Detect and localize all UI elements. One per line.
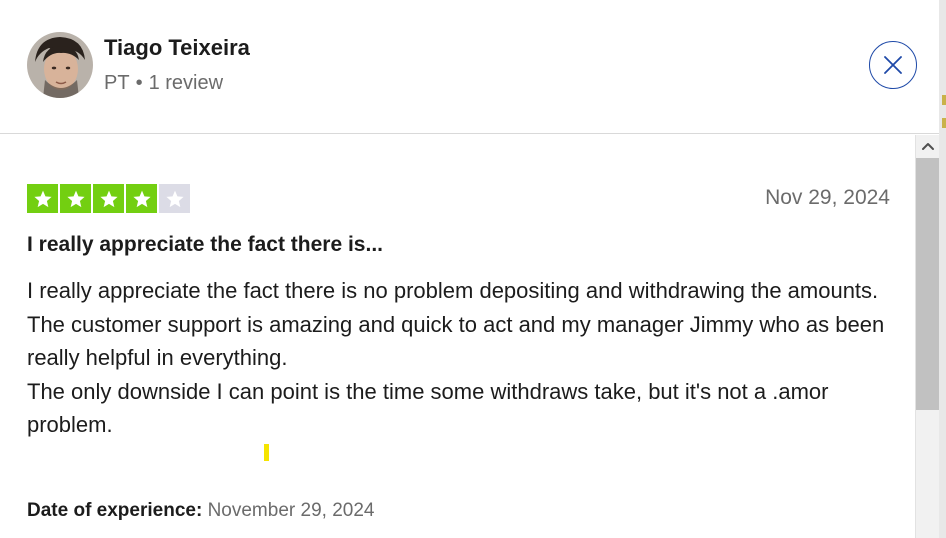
chevron-up-icon	[921, 143, 934, 150]
star-icon	[159, 184, 190, 213]
star-icon	[60, 184, 91, 213]
review-title: I really appreciate the fact there is...	[27, 233, 383, 256]
review-modal: Tiago Teixeira PT • 1 review Nov 29, 202…	[0, 0, 946, 538]
reviewer-meta: PT • 1 review	[104, 72, 223, 95]
edge-mark	[942, 118, 946, 128]
reviewer-name: Tiago Teixeira	[104, 35, 250, 60]
review-paragraph: The customer support is amazing and quic…	[27, 311, 885, 371]
reviewer-review-count: 1 review	[148, 72, 224, 94]
review-content: Nov 29, 2024 I really appreciate the fac…	[0, 135, 915, 538]
star-icon	[93, 184, 124, 213]
avatar-image	[27, 32, 93, 98]
review-paragraph: The only downside I can point is the tim…	[27, 378, 829, 438]
review-date: Nov 29, 2024	[765, 186, 890, 209]
reviewer-header: Tiago Teixeira PT • 1 review	[0, 0, 946, 134]
date-of-experience: Date of experience: November 29, 2024	[27, 500, 374, 522]
experience-date: November 29, 2024	[207, 500, 375, 521]
star-icon	[27, 184, 58, 213]
avatar	[27, 32, 93, 98]
edge-mark	[942, 95, 946, 105]
star-icon	[126, 184, 157, 213]
review-paragraph: I really appreciate the fact there is no…	[27, 278, 879, 303]
text-cursor-highlight	[264, 444, 269, 461]
scroll-up-button[interactable]	[916, 135, 939, 157]
reviewer-country: PT	[104, 72, 130, 94]
experience-label: Date of experience:	[27, 500, 203, 521]
star-rating	[27, 184, 190, 213]
close-button[interactable]	[869, 41, 917, 89]
meta-separator: •	[135, 72, 143, 94]
vertical-scrollbar[interactable]	[915, 135, 939, 538]
background-page-edge	[939, 0, 946, 538]
scroll-thumb[interactable]	[916, 158, 939, 410]
review-body: I really appreciate the fact there is no…	[27, 274, 902, 442]
close-icon	[884, 56, 902, 74]
